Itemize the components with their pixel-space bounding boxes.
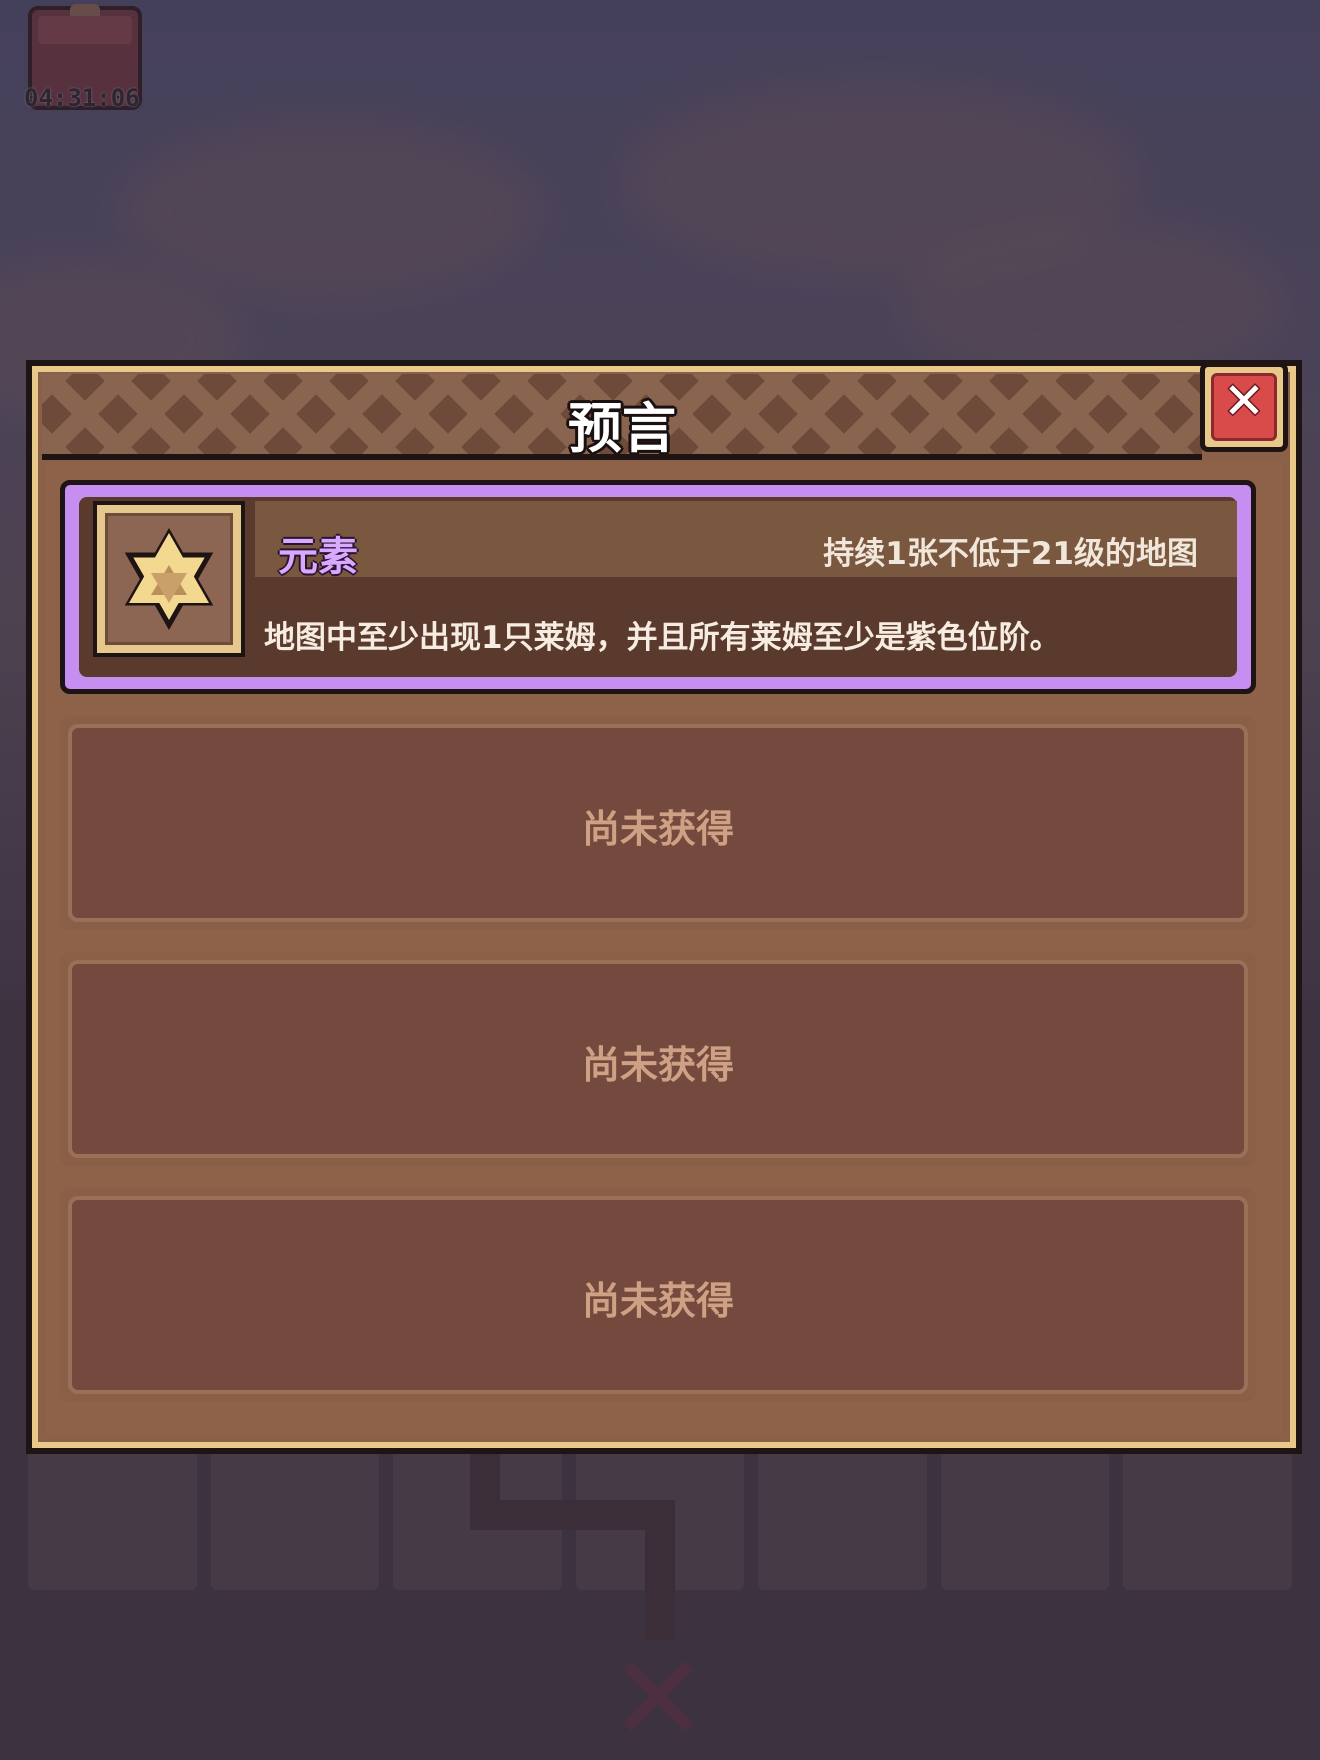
prophecy-icon-frame <box>93 501 245 657</box>
background-dune <box>120 120 540 300</box>
slot-label: 尚未获得 <box>581 1279 734 1323</box>
game-scene: ✕ 04:31:06 预言 ✕ 元素 持续1张不低于21级的地图 地图中至少出现… <box>0 0 1320 1760</box>
close-icon: ✕ <box>1223 372 1265 430</box>
modal-title: 预言 <box>568 397 676 460</box>
close-button[interactable]: ✕ <box>1200 362 1288 452</box>
map-tile <box>1123 1440 1292 1590</box>
empty-prophecy-slot: 尚未获得 <box>60 1188 1256 1402</box>
map-tile <box>940 1440 1110 1590</box>
slot-label: 尚未获得 <box>581 1043 734 1087</box>
prophecy-card-description: 地图中至少出现1只莱姆，并且所有莱姆至少是紫色位阶。 <box>264 620 1061 656</box>
chest-lid <box>38 16 132 44</box>
prophecy-card-name: 元素 <box>278 534 358 580</box>
empty-prophecy-slot: 尚未获得 <box>60 952 1256 1166</box>
map-tile <box>758 1440 927 1590</box>
prophecy-card-condition: 持续1张不低于21级的地图 <box>823 536 1198 572</box>
hexagram-star-icon <box>124 527 214 631</box>
background-dune <box>900 220 1280 380</box>
map-path <box>645 1500 675 1640</box>
map-tile <box>210 1440 380 1590</box>
map-tile <box>28 1440 197 1590</box>
chest-timer: 04:31:06 <box>24 84 140 112</box>
map-path <box>470 1500 670 1530</box>
empty-prophecy-slot: 尚未获得 <box>60 716 1256 930</box>
map-end-marker-icon: ✕ <box>608 1630 709 1760</box>
prophecy-card[interactable] <box>60 480 1256 694</box>
modal-header: 预言 <box>42 374 1202 460</box>
slot-label: 尚未获得 <box>581 807 734 851</box>
